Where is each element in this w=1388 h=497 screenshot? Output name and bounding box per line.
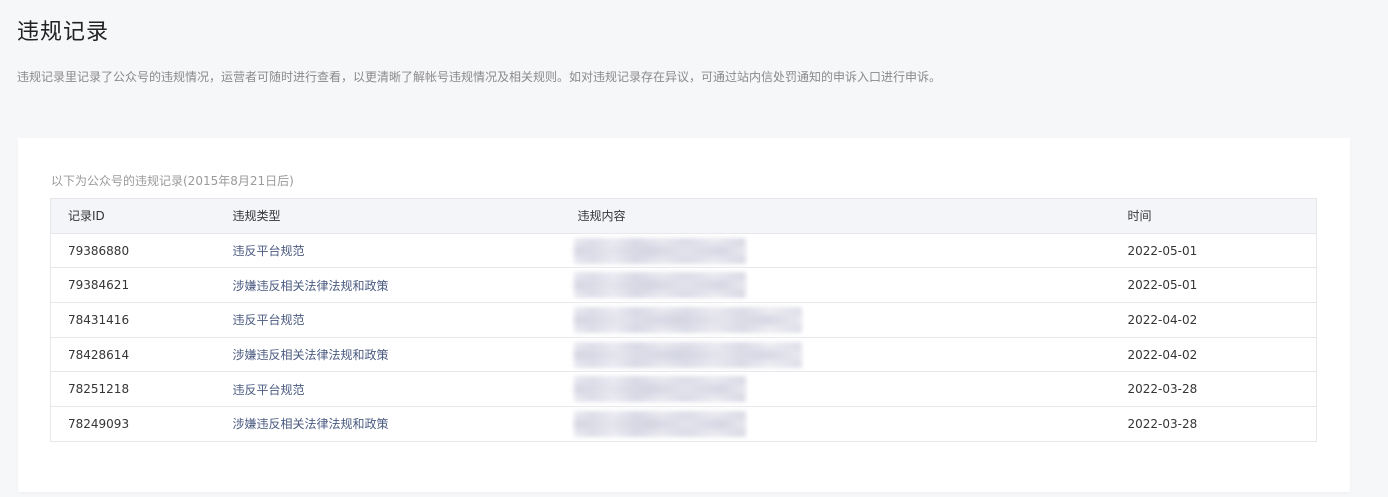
table-row: 78251218 违反平台规范 2022-03-28 xyxy=(50,371,1317,408)
record-id: 78431416 xyxy=(50,302,233,338)
table-row: 79386880 违反平台规范 2022-05-01 xyxy=(50,233,1317,269)
record-time: 2022-04-02 xyxy=(1127,302,1317,338)
violation-content-redacted xyxy=(573,267,1128,304)
record-time: 2022-04-02 xyxy=(1127,337,1317,373)
record-id: 79384621 xyxy=(50,267,233,304)
records-table: 记录ID 违规类型 违规内容 时间 79386880 违反平台规范 2022-0… xyxy=(50,198,1317,442)
violation-type: 违反平台规范 xyxy=(232,371,578,408)
page-description: 违规记录里记录了公众号的违规情况，运营者可随时进行查看，以更清晰了解帐号违规情况… xyxy=(17,70,942,84)
violation-content-redacted xyxy=(573,233,1128,269)
record-time: 2022-03-28 xyxy=(1127,406,1317,442)
table-row: 79384621 涉嫌违反相关法律法规和政策 2022-05-01 xyxy=(50,267,1317,304)
record-id: 78428614 xyxy=(50,337,233,373)
record-time: 2022-05-01 xyxy=(1127,267,1317,304)
record-time: 2022-03-28 xyxy=(1127,371,1317,408)
violation-type: 涉嫌违反相关法律法规和政策 xyxy=(232,267,578,304)
header-time: 时间 xyxy=(1127,198,1317,234)
violation-type: 涉嫌违反相关法律法规和政策 xyxy=(232,406,578,442)
header-record-id: 记录ID xyxy=(50,198,233,234)
table-row: 78249093 涉嫌违反相关法律法规和政策 2022-03-28 xyxy=(50,406,1317,442)
record-id: 79386880 xyxy=(50,233,233,269)
header-violation-content: 违规内容 xyxy=(577,198,1128,234)
page-title: 违规记录 xyxy=(17,20,110,45)
violation-content-redacted xyxy=(573,406,1128,442)
violation-content-redacted xyxy=(573,302,1128,338)
violation-type: 违反平台规范 xyxy=(232,302,578,338)
violation-content-redacted xyxy=(573,371,1128,408)
record-id: 78251218 xyxy=(50,371,233,408)
violation-content-redacted xyxy=(573,337,1128,373)
record-id: 78249093 xyxy=(50,406,233,442)
table-caption: 以下为公众号的违规记录(2015年8月21日后) xyxy=(51,174,294,188)
table-header-row: 记录ID 违规类型 违规内容 时间 xyxy=(50,198,1317,234)
header-violation-type: 违规类型 xyxy=(232,198,578,234)
table-row: 78428614 涉嫌违反相关法律法规和政策 2022-04-02 xyxy=(50,337,1317,373)
table-row: 78431416 违反平台规范 2022-04-02 xyxy=(50,302,1317,338)
records-card: 以下为公众号的违规记录(2015年8月21日后) 记录ID 违规类型 违规内容 … xyxy=(18,138,1350,492)
violation-type: 违反平台规范 xyxy=(232,233,578,269)
violation-records-page: 违规记录 违规记录里记录了公众号的违规情况，运营者可随时进行查看，以更清晰了解帐… xyxy=(0,0,1388,497)
record-time: 2022-05-01 xyxy=(1127,233,1317,269)
violation-type: 涉嫌违反相关法律法规和政策 xyxy=(232,337,578,373)
